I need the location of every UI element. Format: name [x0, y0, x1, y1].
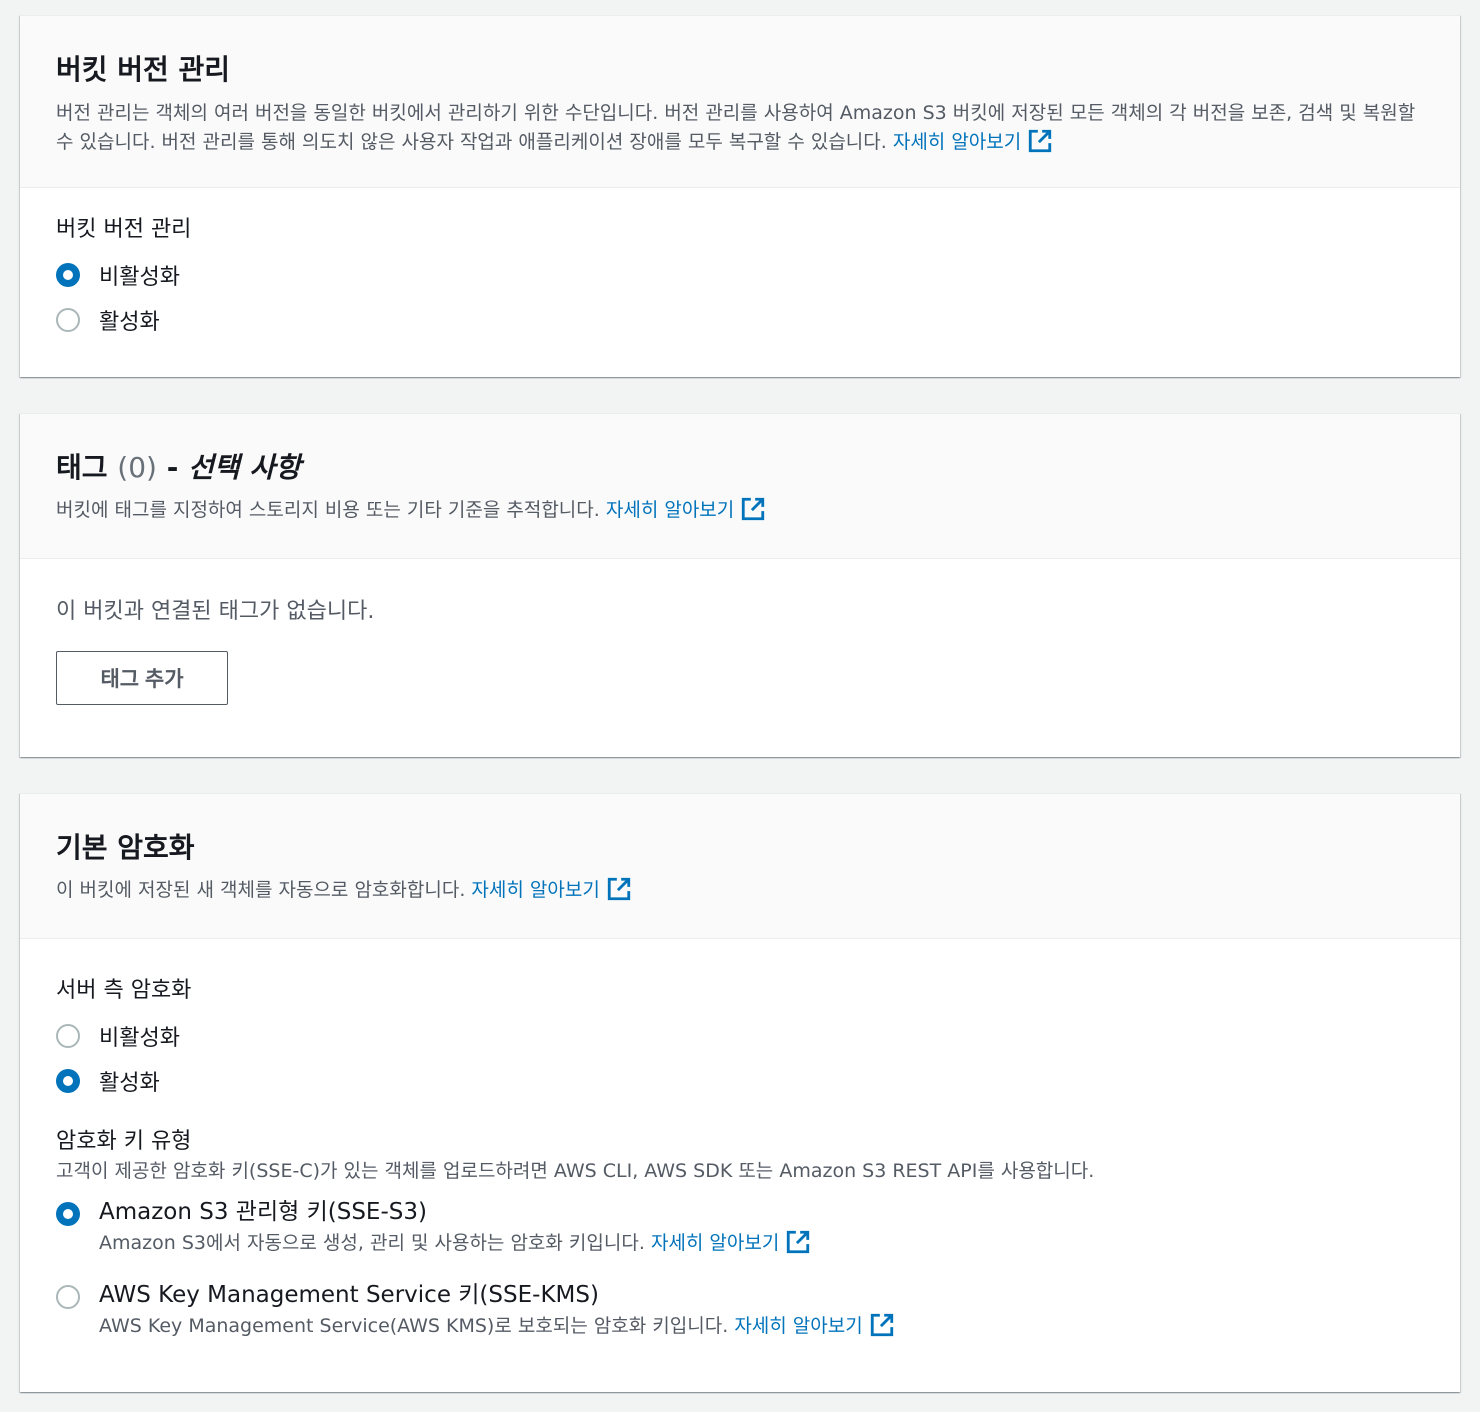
tags-title-main: 태그 [56, 451, 108, 484]
add-tag-button[interactable]: 태그 추가 [56, 651, 228, 705]
key-type-description: 고객이 제공한 암호화 키(SSE-C)가 있는 객체를 업로드하려면 AWS … [56, 1160, 1095, 1182]
tags-body: 이 버킷과 연결된 태그가 없습니다. 태그 추가 [20, 559, 1460, 705]
external-link-icon [787, 1230, 810, 1254]
key-option-sse-s3-label: Amazon S3 관리형 키(SSE-S3) [99, 1199, 427, 1225]
key-option-sse-kms-desc-text: AWS Key Management Service(AWS KMS)로 보호되… [99, 1315, 729, 1337]
versioning-learn-more-label: 자세히 알아보기 [892, 131, 1022, 153]
sse-s3-learn-more-label: 자세히 알아보기 [650, 1232, 780, 1254]
key-option-sse-kms[interactable]: AWS Key Management Service 키(SSE-KMS) AW… [56, 1279, 1424, 1341]
key-option-sse-s3[interactable]: Amazon S3 관리형 키(SSE-S3) Amazon S3에서 자동으로… [56, 1196, 1424, 1258]
encryption-learn-more-label: 자세히 알아보기 [471, 879, 600, 901]
sse-kms-learn-more-link[interactable]: 자세히 알아보기 [734, 1313, 894, 1337]
tags-title: 태그 (0) - 선택 사항 [56, 450, 1424, 486]
versioning-field-label: 버킷 버전 관리 [56, 217, 192, 242]
external-link-icon [607, 877, 630, 901]
sse-radio-disable-label: 비활성화 [99, 1025, 180, 1051]
external-link-icon [870, 1313, 893, 1337]
versioning-radio-disable-label: 비활성화 [99, 264, 180, 290]
encryption-title: 기본 암호화 [56, 831, 195, 864]
tags-title-dash: - [166, 451, 179, 484]
versioning-header: 버킷 버전 관리 버전 관리는 객체의 여러 버전을 동일한 버킷에서 관리하기… [20, 16, 1460, 188]
versioning-radio-disable[interactable]: 비활성화 [56, 252, 1424, 297]
radio-button[interactable] [56, 1023, 80, 1048]
server-side-encryption-label: 서버 측 암호화 [56, 978, 192, 1003]
radio-button[interactable] [56, 262, 80, 287]
sse-kms-learn-more-label: 자세히 알아보기 [734, 1315, 863, 1337]
versioning-radio-enable-label: 활성화 [99, 309, 160, 335]
key-option-sse-kms-description: AWS Key Management Service(AWS KMS)로 보호되… [99, 1311, 895, 1341]
encryption-learn-more-link[interactable]: 자세히 알아보기 [471, 877, 631, 901]
key-type-label: 암호화 키 유형 [56, 1129, 192, 1154]
encryption-panel: 기본 암호화 이 버킷에 저장된 새 객체를 자동으로 암호화합니다. 자세히 … [20, 793, 1460, 1392]
versioning-body: 버킷 버전 관리 비활성화 활성화 [20, 188, 1460, 342]
external-link-icon [1029, 129, 1052, 153]
radio-button[interactable] [56, 1068, 80, 1093]
key-option-sse-kms-label: AWS Key Management Service 키(SSE-KMS) [99, 1282, 599, 1308]
external-link-icon [742, 497, 765, 521]
sse-radio-enable-label: 활성화 [99, 1070, 160, 1096]
versioning-panel: 버킷 버전 관리 버전 관리는 객체의 여러 버전을 동일한 버킷에서 관리하기… [20, 15, 1460, 377]
key-option-sse-s3-desc-text: Amazon S3에서 자동으로 생성, 관리 및 사용하는 암호화 키입니다. [99, 1232, 645, 1254]
radio-button[interactable] [56, 1202, 80, 1226]
tags-learn-more-link[interactable]: 자세히 알아보기 [605, 497, 766, 521]
tags-count: (0) [117, 451, 157, 484]
sse-s3-learn-more-link[interactable]: 자세히 알아보기 [650, 1230, 811, 1254]
versioning-learn-more-link[interactable]: 자세히 알아보기 [892, 129, 1053, 153]
encryption-header: 기본 암호화 이 버킷에 저장된 새 객체를 자동으로 암호화합니다. 자세히 … [20, 794, 1460, 939]
tags-header: 태그 (0) - 선택 사항 버킷에 태그를 지정하여 스토리지 비용 또는 기… [20, 414, 1460, 559]
versioning-description-text: 버전 관리는 객체의 여러 버전을 동일한 버킷에서 관리하기 위한 수단입니다… [56, 102, 1416, 153]
encryption-description: 이 버킷에 저장된 새 객체를 자동으로 암호화합니다. 자세히 알아보기 [56, 876, 1424, 905]
encryption-description-text: 이 버킷에 저장된 새 객체를 자동으로 암호화합니다. [56, 879, 466, 901]
tags-learn-more-label: 자세히 알아보기 [605, 499, 735, 521]
encryption-body: 서버 측 암호화 비활성화 활성화 암호화 키 유형 고객이 제공한 암호화 키… [20, 939, 1460, 1341]
tags-optional: 선택 사항 [188, 451, 301, 484]
versioning-description: 버전 관리는 객체의 여러 버전을 동일한 버킷에서 관리하기 위한 수단입니다… [56, 99, 1424, 157]
versioning-radio-enable[interactable]: 활성화 [56, 297, 1424, 342]
versioning-title: 버킷 버전 관리 [56, 53, 231, 86]
tags-panel: 태그 (0) - 선택 사항 버킷에 태그를 지정하여 스토리지 비용 또는 기… [20, 413, 1460, 757]
tags-description: 버킷에 태그를 지정하여 스토리지 비용 또는 기타 기준을 추적합니다. 자세… [56, 496, 1424, 525]
radio-button[interactable] [56, 1285, 80, 1309]
sse-radio-enable[interactable]: 활성화 [56, 1058, 1424, 1103]
tags-empty-text: 이 버킷과 연결된 태그가 없습니다. [56, 599, 375, 624]
sse-radio-disable[interactable]: 비활성화 [56, 1013, 1424, 1058]
tags-description-text: 버킷에 태그를 지정하여 스토리지 비용 또는 기타 기준을 추적합니다. [56, 499, 600, 521]
radio-button[interactable] [56, 307, 80, 332]
key-option-sse-s3-description: Amazon S3에서 자동으로 생성, 관리 및 사용하는 암호화 키입니다.… [99, 1228, 811, 1258]
